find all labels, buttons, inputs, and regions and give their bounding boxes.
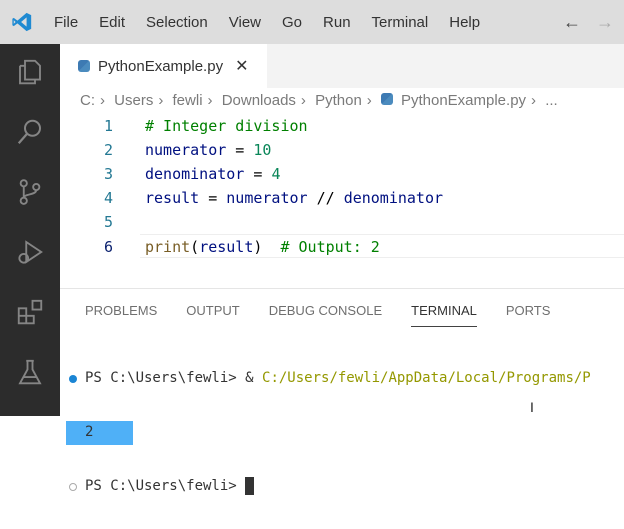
current-code-line: 6 print(result) # Output: 2 [104,234,624,258]
variable: result [145,189,200,207]
menu-go[interactable]: Go [282,14,302,31]
variable: denominator [343,189,444,207]
editor-tabs: PythonExample.py ✕ [60,44,624,88]
line-number: 5 [103,213,113,231]
tab-problems[interactable]: PROBLEMS [85,303,157,327]
code-line: 4 result = numerator // denominator [60,186,624,210]
variable: result [199,238,254,256]
code-line: 3 denominator = 4 [60,162,624,186]
selection-highlight [66,421,133,445]
variable: denominator [145,165,245,183]
variable: numerator [145,141,227,159]
breadcrumb-item[interactable]: ... [545,92,558,109]
menu-edit[interactable]: Edit [99,14,125,31]
menu-terminal[interactable]: Terminal [372,14,429,31]
menu-help[interactable]: Help [449,14,480,31]
breadcrumb-item[interactable]: fewli [173,92,203,109]
comment: # Integer division [145,117,308,135]
operator: & [245,370,263,386]
source-control-icon[interactable] [15,177,45,207]
number: 10 [253,141,272,159]
tab-terminal[interactable]: TERMINAL [411,303,477,327]
search-icon[interactable] [15,117,45,147]
tab-pythonexample[interactable]: PythonExample.py ✕ [60,44,267,88]
number: 4 [271,165,281,183]
tab-debug-console[interactable]: DEBUG CONSOLE [269,303,382,327]
testing-icon[interactable] [15,357,45,387]
forward-arrow-icon[interactable]: → [596,12,614,33]
terminal-line: PS C:\Users\fewli> [60,475,591,497]
python-file-icon [380,93,393,105]
operator: = [226,141,254,159]
operator: = [199,189,227,207]
line-number: 6 [103,238,113,256]
code-line: 5 [60,210,624,234]
code-line: 1 # Integer division [60,114,624,138]
breadcrumb-item[interactable]: Downloads [222,92,296,109]
python-file-icon [78,60,90,72]
close-icon[interactable]: ✕ [235,56,248,76]
menu-selection[interactable]: Selection [146,14,208,31]
code-editor[interactable]: 1 # Integer division 2 numerator = 10 3 den… [60,114,624,258]
extensions-icon[interactable] [15,297,45,327]
operator: = [244,165,272,183]
operator: // [307,189,344,207]
vscode-logo-icon [0,0,44,44]
run-debug-icon[interactable] [15,237,45,267]
paren: ( [190,238,200,256]
bottom-panel: PROBLEMS OUTPUT DEBUG CONSOLE TERMINAL P… [60,288,624,495]
terminal-cursor [245,477,255,495]
prompt: PS C:\Users\fewli> [85,370,246,386]
line-number: 3 [103,165,113,183]
tab-label: PythonExample.py [98,57,224,75]
command-success-dot-icon [69,375,77,383]
comment: # Output: 2 [280,238,380,256]
terminal-line: PS C:\Users\fewli> & C:/Users/fewli/AppD… [60,367,591,389]
breadcrumb-item[interactable]: Users [114,92,153,109]
terminal[interactable]: PS C:\Users\fewli> & C:/Users/fewli/AppD… [60,335,591,529]
menu-run[interactable]: Run [323,14,351,31]
breadcrumb-item[interactable]: C: [80,92,95,109]
terminal-line: 2 [60,421,591,445]
breadcrumb: C: › Users › fewli › Downloads › Python › Pyt… [80,92,558,109]
breadcrumb-item[interactable]: Python [315,92,362,109]
menu-view[interactable]: View [229,14,261,31]
back-arrow-icon[interactable]: ← [563,12,581,33]
output: 2 [85,424,94,440]
menu-bar: File Edit Selection View Go Run Terminal… [0,0,624,44]
function: print [145,238,191,256]
variable: numerator [226,189,308,207]
line-number: 2 [103,141,113,159]
line-number: 4 [103,189,113,207]
text-cursor-icon: I [530,399,534,415]
menu-file[interactable]: File [54,14,78,31]
tab-ports[interactable]: PORTS [506,303,551,327]
tab-output[interactable]: OUTPUT [186,303,239,327]
paren: ) [253,238,281,256]
activity-bar [0,44,60,416]
prompt: PS C:\Users\fewli> [85,478,246,494]
command-empty-dot-icon [69,483,77,491]
command-path: C:/Users/fewli/AppData/Local/Programs/P [262,370,591,386]
line-number: 1 [103,117,113,135]
code-line: 2 numerator = 10 [60,138,624,162]
explorer-icon[interactable] [15,57,45,87]
breadcrumb-item[interactable]: PythonExample.py [401,92,526,109]
